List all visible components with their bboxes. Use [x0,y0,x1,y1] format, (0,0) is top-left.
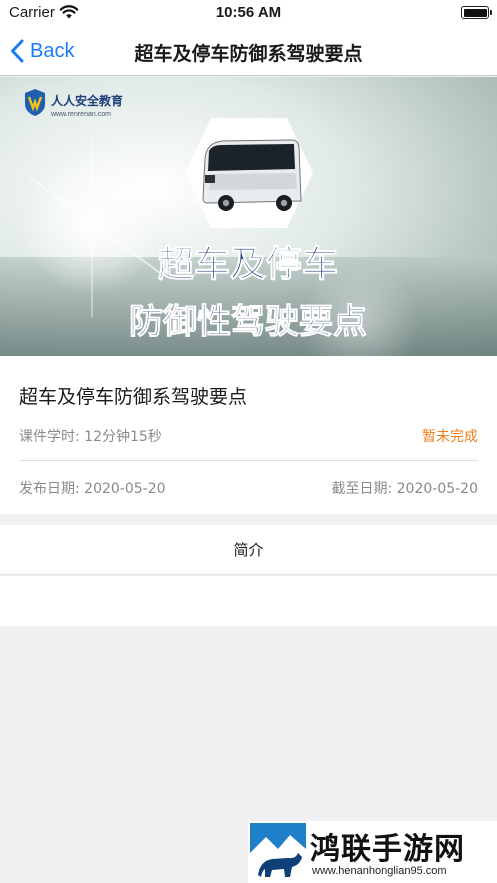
back-button[interactable]: Back [10,36,74,66]
banner-logo-url: www.renrenan.com [50,111,111,118]
deadline-date: 截至日期: 2020-05-20 [331,481,478,497]
site-watermark: 鸿联手游网 www.henanhonglian95.com [248,821,497,883]
divider [19,460,478,461]
watermark-logo-icon [250,823,306,881]
course-info-card: 超车及停车防御系驾驶要点 课件学时: 12分钟15秒 暂未完成 发布日期: 20… [0,356,497,514]
banner-headline-line2: 防御性驾驶要点 [129,302,367,342]
status-bar: Carrier 10:56 AM [0,0,497,26]
watermark-name: 鸿联手游网 [310,832,465,867]
publish-date: 发布日期: 2020-05-20 [19,481,166,497]
completion-status-badge: 暂未完成 [422,429,478,445]
banner-headline-line1: 超车及停车 [158,244,338,285]
watermark-url: www.henanhonglian95.com [312,865,447,877]
battery-icon [461,6,492,19]
banner-logo-text: 人人安全教育 [51,93,123,108]
intro-content [0,576,497,626]
banner-image: 人人安全教育 www.renrenan.com 超车及停车 防御性驾驶要点 [0,77,497,356]
bus-icon [185,118,313,228]
course-duration: 课件学时: 12分钟15秒 [19,429,162,445]
course-banner[interactable]: 人人安全教育 www.renrenan.com 超车及停车 防御性驾驶要点 [0,77,497,356]
back-chevron-icon [11,39,24,63]
page-title: 超车及停车防御系驾驶要点 [134,43,363,65]
back-label: Back [30,39,75,62]
clock: 10:56 AM [215,4,282,21]
course-title: 超车及停车防御系驾驶要点 [19,386,248,408]
navigation-bar: Back 超车及停车防御系驾驶要点 [0,26,497,76]
tab-intro[interactable]: 简介 [0,525,497,575]
